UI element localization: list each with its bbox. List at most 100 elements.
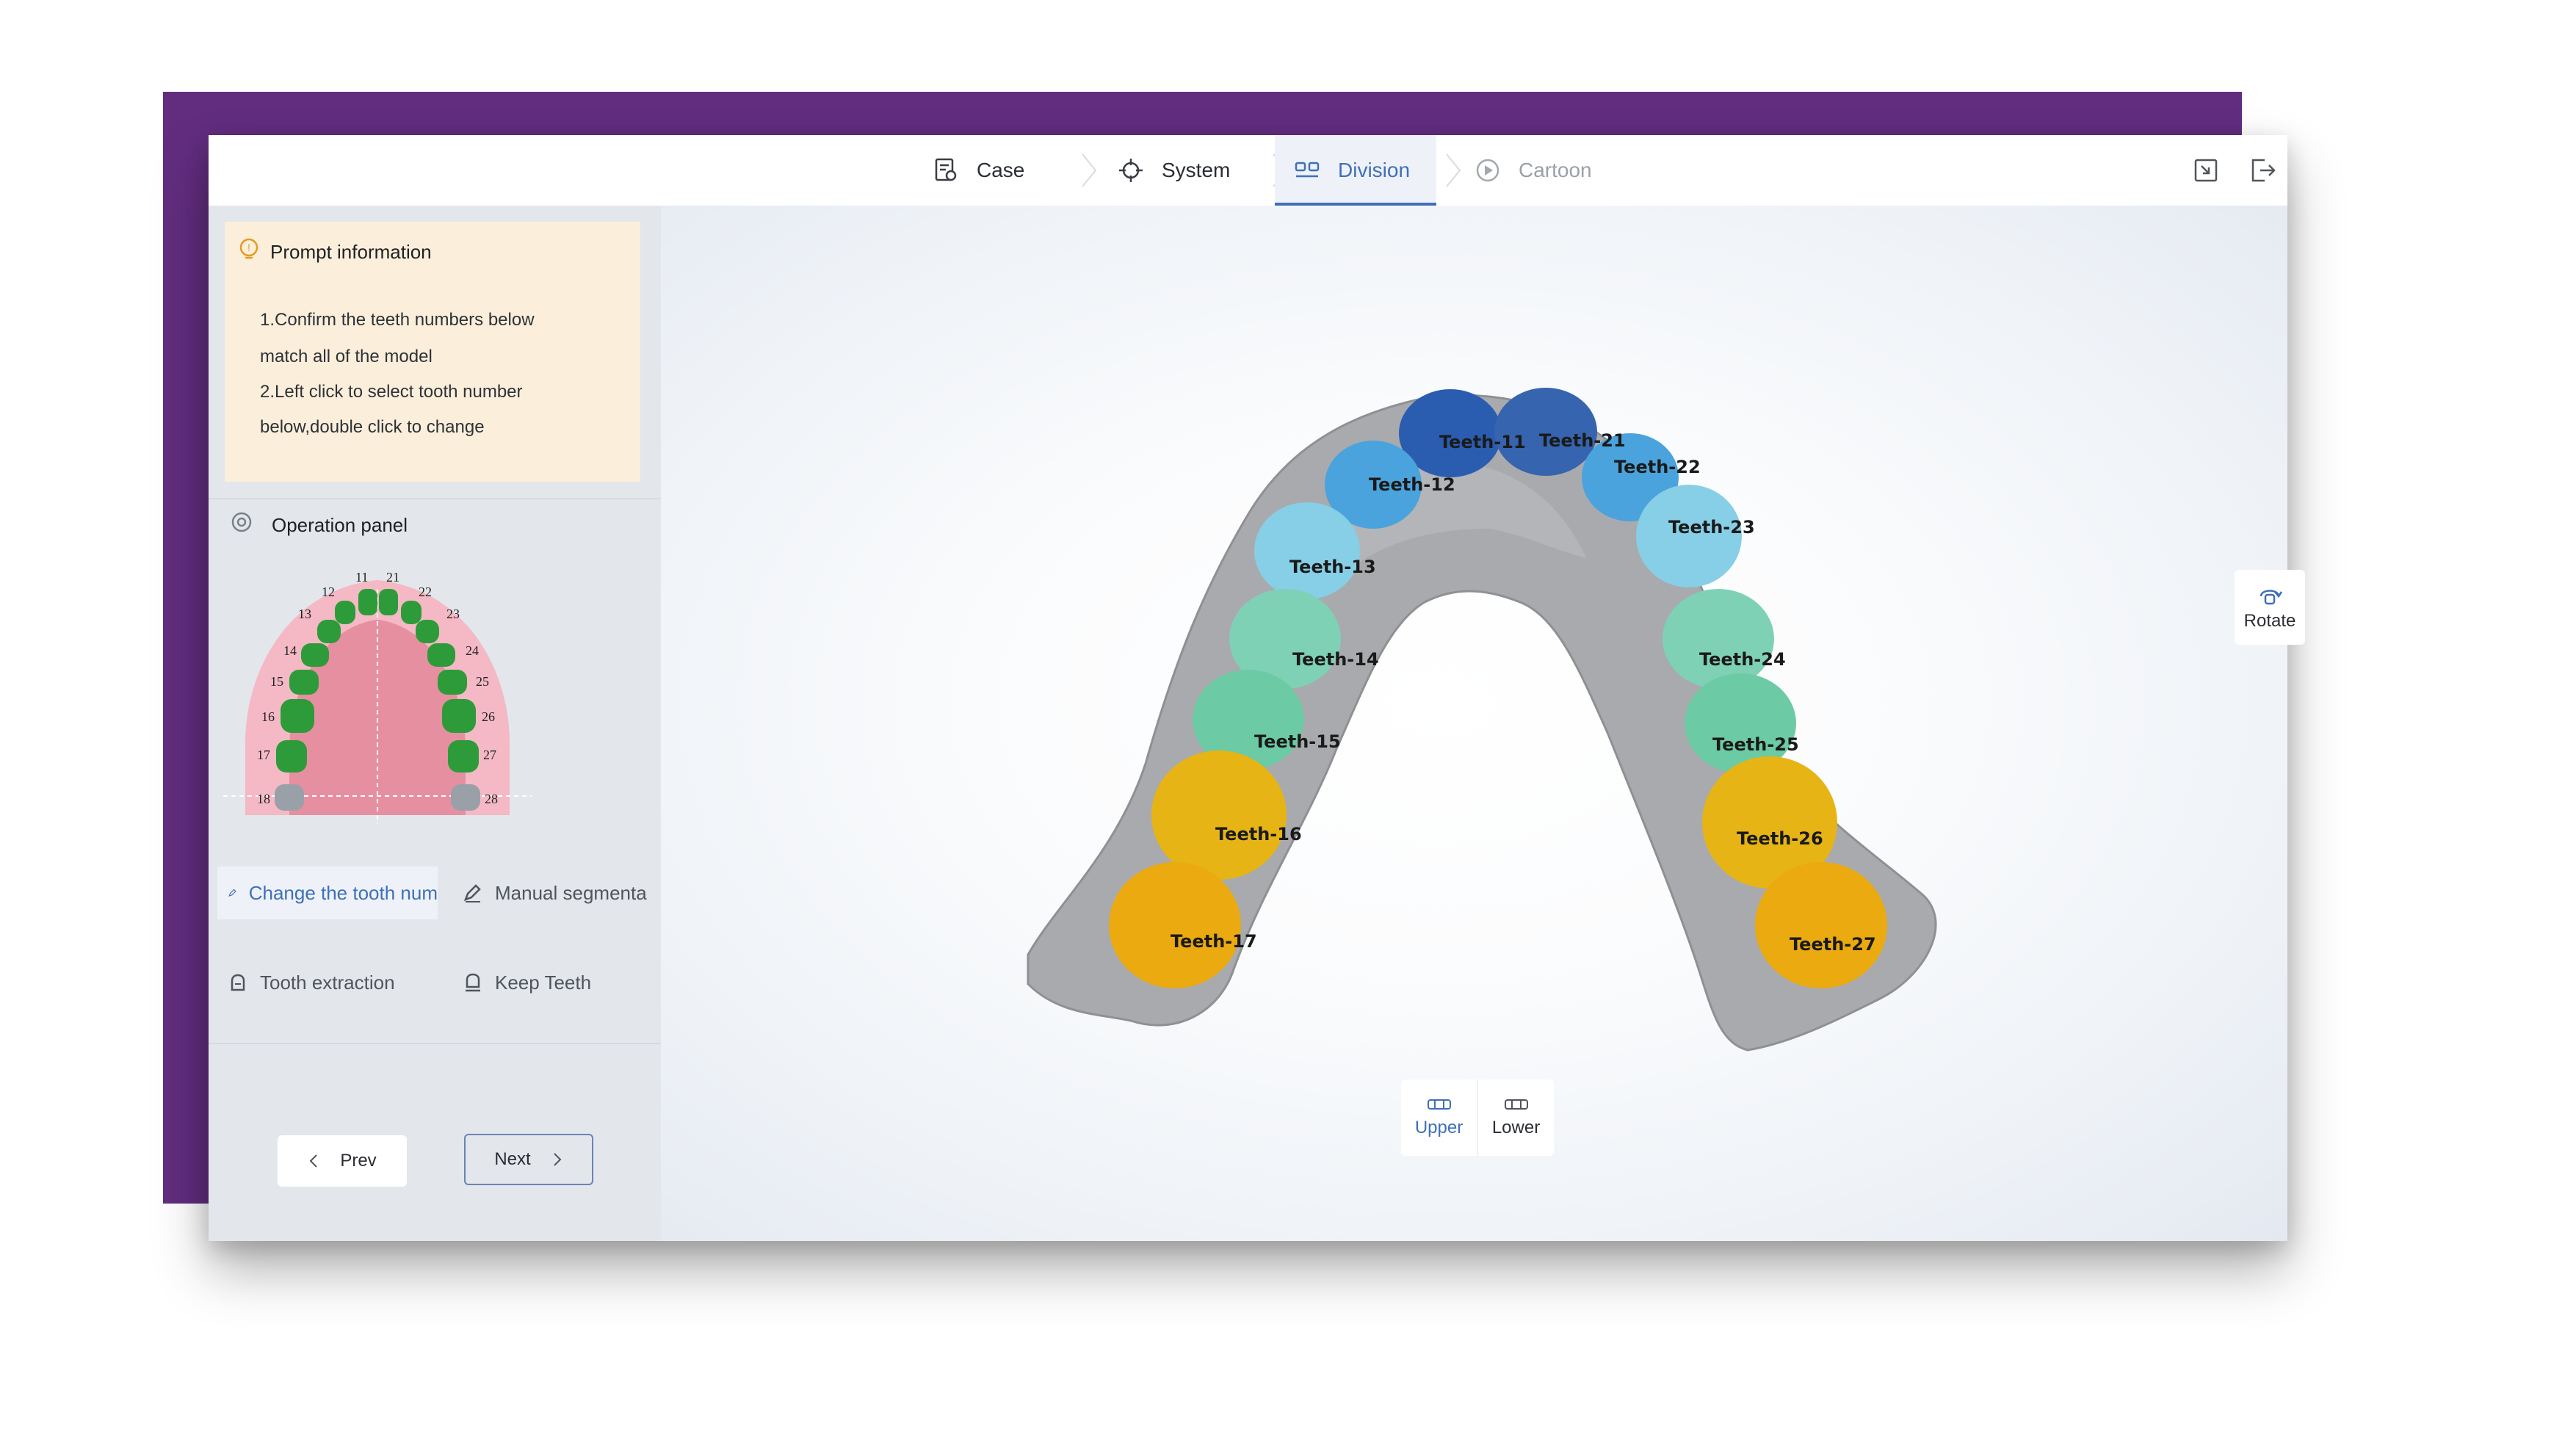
step-case[interactable]: Case: [931, 135, 1056, 206]
app-window: Case System Division Cartoon ! Prompt in…: [209, 135, 2305, 1241]
tooth-11[interactable]: [358, 589, 377, 615]
tooth-number-label: 22: [419, 585, 432, 599]
tooth-28[interactable]: [451, 784, 480, 811]
tooth-number-label: 23: [446, 607, 460, 621]
prompt-line: 1.Confirm the teeth numbers below: [260, 310, 535, 330]
settings-icon: [231, 512, 252, 532]
divider: [209, 498, 661, 499]
prompt-line: match all of the model: [260, 347, 433, 366]
next-label: Next: [494, 1149, 531, 1169]
prompt-title: Prompt information: [270, 241, 432, 263]
pen-icon: [463, 884, 481, 902]
tooth-number-label: 26: [482, 709, 495, 724]
step-bar: Case System Division Cartoon: [209, 135, 2287, 207]
tooth-label: Teeth-12: [1369, 474, 1455, 495]
play-circle-icon: [1473, 156, 1502, 185]
rotate-label: Rotate: [2243, 611, 2296, 631]
tooth-segment-17[interactable]: [1109, 862, 1241, 988]
tooth-23[interactable]: [416, 620, 439, 643]
tooth-label: Teeth-17: [1171, 931, 1257, 952]
tooth-label: Teeth-24: [1699, 649, 1786, 670]
step-cartoon-label: Cartoon: [1519, 159, 1592, 181]
tooth-14[interactable]: [301, 643, 329, 667]
tooth-label: Teeth-22: [1614, 457, 1701, 477]
tooth-number-label: 18: [257, 792, 270, 806]
prev-button[interactable]: Prev: [278, 1135, 407, 1187]
tooth-number-label: 25: [476, 674, 489, 689]
prompt-information: ! Prompt information 1.Confirm the teeth…: [225, 222, 640, 482]
step-division[interactable]: Division: [1275, 135, 1436, 206]
svg-text:!: !: [247, 242, 250, 253]
operation-panel-title: Operation panel: [272, 514, 408, 536]
tooth-25[interactable]: [438, 670, 467, 695]
upper-jaw-button[interactable]: Upper: [1401, 1079, 1477, 1156]
step-cartoon[interactable]: Cartoon: [1473, 135, 1620, 206]
tooth-label: Teeth-13: [1289, 557, 1376, 577]
tooth-16[interactable]: [281, 699, 314, 733]
jaw-selector: Upper Lower: [1401, 1079, 1554, 1156]
keep-teeth-button[interactable]: Keep Teeth: [452, 956, 652, 1009]
tooth-label: Teeth-27: [1790, 934, 1876, 955]
left-panel: ! Prompt information 1.Confirm the teeth…: [209, 206, 661, 1241]
tooth-segment-13[interactable]: [1254, 502, 1360, 599]
change-tooth-number-button[interactable]: Change the tooth num: [217, 866, 438, 919]
tooth-label: Teeth-23: [1668, 517, 1755, 538]
lower-jaw-icon: [1504, 1099, 1528, 1110]
chevron-right-icon: [1082, 153, 1097, 187]
tooth-22[interactable]: [401, 601, 422, 624]
tooth-15[interactable]: [289, 670, 319, 695]
tooth-segment-16[interactable]: [1151, 750, 1287, 880]
tooth-label: Teeth-16: [1215, 824, 1302, 844]
step-case-label: Case: [977, 159, 1025, 181]
tooth-label: Teeth-21: [1539, 430, 1626, 451]
tooth-chart[interactable]: 11 12 13 14 15 16 17 18 21 22 23 24 25 2…: [216, 560, 539, 839]
tooth-number-label: 14: [283, 643, 297, 658]
tooth-number-label: 28: [485, 792, 498, 806]
step-system-label: System: [1162, 159, 1231, 181]
exit-icon[interactable]: [2247, 154, 2279, 187]
tooth-segment-27[interactable]: [1755, 862, 1887, 988]
prompt-line: 2.Left click to select tooth number: [260, 382, 523, 402]
manual-segmentation-button[interactable]: Manual segmenta: [452, 866, 652, 919]
case-icon: [931, 156, 960, 185]
tooth-label: Teeth-26: [1737, 828, 1823, 849]
tooth-extract-icon: [231, 974, 245, 991]
chevron-left-icon: [309, 1154, 318, 1168]
tooth-17[interactable]: [276, 740, 307, 773]
divider: [209, 1043, 661, 1044]
crosshair-icon: [1116, 156, 1146, 185]
rotate-icon: [2260, 590, 2282, 605]
tooth-label: Teeth-14: [1292, 649, 1379, 670]
upper-jaw-icon: [1427, 1099, 1451, 1110]
tooth-12[interactable]: [335, 601, 355, 624]
tooth-segment-24[interactable]: [1663, 589, 1774, 689]
tooth-13[interactable]: [317, 620, 341, 643]
keep-teeth-label: Keep Teeth: [495, 971, 592, 994]
tooth-27[interactable]: [448, 740, 479, 773]
minimize-icon[interactable]: [2190, 154, 2222, 187]
tooth-21[interactable]: [379, 589, 398, 615]
tooth-label: Teeth-25: [1712, 734, 1799, 755]
tooth-extraction-label: Tooth extraction: [260, 971, 395, 994]
step-division-label: Division: [1338, 159, 1411, 181]
tooth-number-label: 12: [322, 585, 335, 599]
tooth-24[interactable]: [427, 643, 455, 667]
manual-segmentation-label: Manual segmenta: [495, 881, 647, 904]
next-button[interactable]: Next: [464, 1134, 593, 1185]
division-icon: [1292, 156, 1322, 185]
lightbulb-icon: !: [239, 238, 258, 259]
step-system[interactable]: System: [1116, 135, 1263, 206]
tooth-18[interactable]: [275, 784, 304, 811]
prompt-line: below,double click to change: [260, 417, 485, 437]
tooth-extraction-button[interactable]: Tooth extraction: [217, 956, 438, 1009]
tooth-number-label: 15: [270, 674, 283, 689]
tooth-number-label: 27: [483, 748, 496, 762]
rotate-button[interactable]: Rotate: [2235, 570, 2305, 645]
chevron-right-icon: [1446, 153, 1461, 187]
tooth-label: Teeth-15: [1254, 731, 1341, 752]
tooth-26[interactable]: [442, 699, 476, 733]
lower-jaw-button[interactable]: Lower: [1477, 1079, 1554, 1156]
tooth-number-label: 16: [261, 709, 275, 724]
upper-label: Upper: [1414, 1118, 1464, 1137]
model-viewport[interactable]: Teeth-11 Teeth-21 Teeth-12 Teeth-22 Teet…: [661, 206, 2305, 1241]
